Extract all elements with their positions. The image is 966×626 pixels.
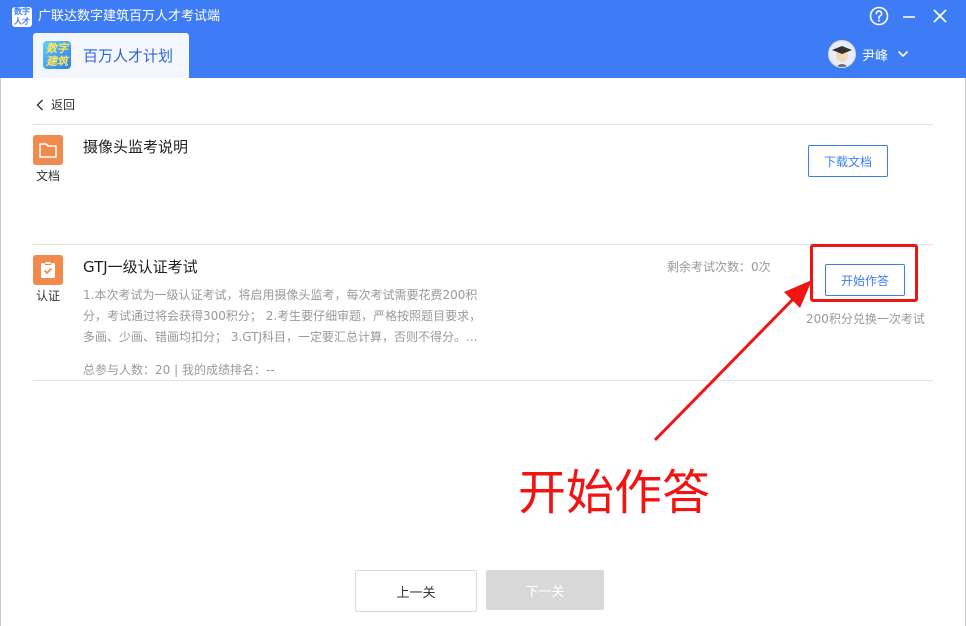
help-button[interactable] <box>868 5 890 27</box>
tab-million-talent-plan[interactable]: 数字 建筑 百万人才计划 <box>33 33 189 78</box>
user-name: 尹峰 <box>862 48 889 64</box>
title-bar: 数字人才 广联达数字建筑百万人才考试端 数字 建筑 百万人才计划 尹峰 <box>0 0 966 78</box>
app-logo-text: 数字人才 <box>14 7 30 26</box>
close-button[interactable] <box>929 5 951 27</box>
app-logo: 数字人才 <box>12 7 32 27</box>
user-menu[interactable]: 尹峰 <box>828 40 910 68</box>
help-circle-icon <box>869 6 889 26</box>
digital-building-logo: 数字 建筑 <box>43 41 71 69</box>
tab-label: 百万人才计划 <box>83 47 174 65</box>
annotation-text: 开始作答 <box>518 465 711 521</box>
annotation-arrow-icon <box>653 280 812 442</box>
minimize-icon <box>903 16 915 18</box>
next-level-button: 下一关 <box>486 570 604 610</box>
tab-logo-line1: 数字 <box>46 42 68 55</box>
graduate-avatar-icon <box>828 40 856 68</box>
close-icon <box>933 9 947 23</box>
minimize-button[interactable] <box>898 5 920 27</box>
previous-level-button[interactable]: 上一关 <box>355 570 477 612</box>
chevron-down-icon <box>897 50 909 58</box>
content-area: 返回 文档 摄像头监考说明 下载文档 认证 GTJ一级认证考试 剩余考试次数：0… <box>0 78 966 626</box>
tab-logo-line2: 建筑 <box>46 55 68 68</box>
window-title: 广联达数字建筑百万人才考试端 <box>38 9 221 24</box>
window-border-left <box>0 78 1 626</box>
